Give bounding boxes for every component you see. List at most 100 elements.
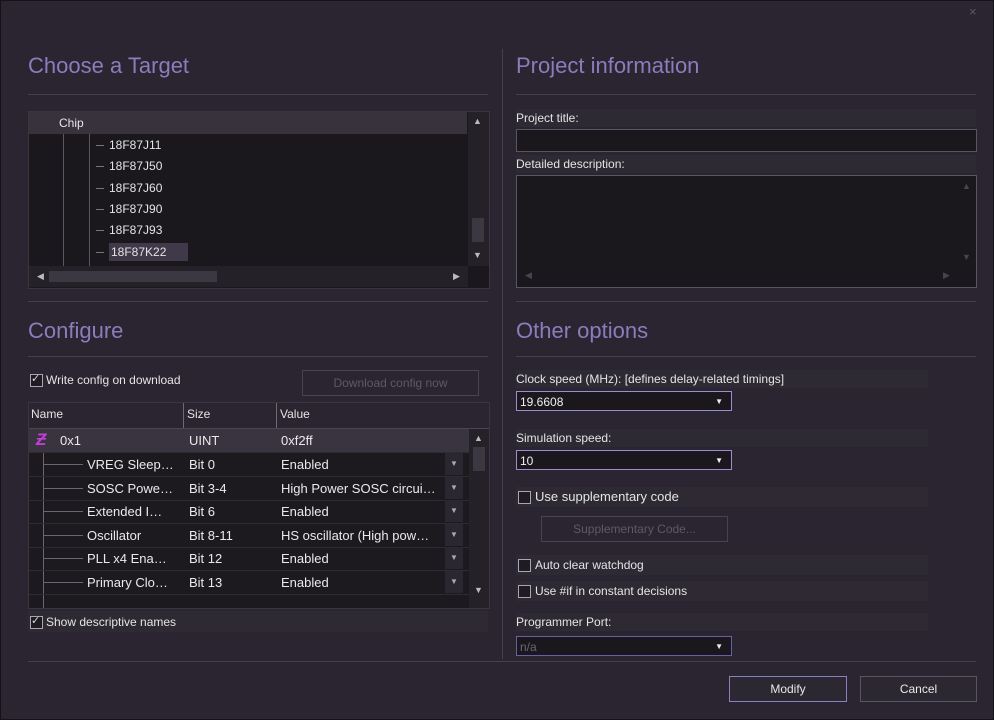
grid-header: Name Size Value (29, 403, 489, 429)
supplementary-code-button[interactable]: Supplementary Code... (541, 516, 728, 542)
auto-clear-checkbox[interactable] (518, 559, 531, 572)
sim-speed-select[interactable]: 10 ▼ (516, 450, 732, 470)
cell-value[interactable]: Enabled (281, 457, 329, 472)
use-if-checkbox[interactable] (518, 585, 531, 598)
project-info-title: Project information (516, 53, 700, 78)
use-if-label: Use #if in constant decisions (535, 584, 688, 598)
column-header-name[interactable]: Name (31, 407, 63, 421)
cell-name: 0x1 (60, 433, 81, 448)
tree-item[interactable]: 18F87J90 (96, 199, 162, 220)
cell-value[interactable]: Enabled (281, 575, 329, 590)
divider (28, 301, 488, 302)
cell-value[interactable]: HS oscillator (High pow… (281, 528, 429, 543)
dialog-window: × Choose a Target Chip 18F87J11 18F87J50… (0, 0, 994, 720)
table-row-parent[interactable]: Ƶ 0x1 UINT 0xf2ff (29, 429, 469, 453)
tree-guide-line (63, 134, 64, 266)
project-title-input[interactable] (516, 129, 977, 152)
show-names-checkbox[interactable] (30, 614, 43, 629)
tree-guide-line (89, 134, 90, 266)
scroll-down-icon[interactable]: ▼ (473, 250, 482, 260)
column-header-value[interactable]: Value (280, 407, 310, 421)
tree-item[interactable]: 18F87J50 (96, 156, 162, 177)
show-names-label: Show descriptive names (46, 615, 177, 629)
other-options-title: Other options (516, 318, 649, 343)
chip-tree[interactable]: Chip 18F87J11 18F87J50 18F87J60 18F87J90… (28, 111, 490, 289)
table-row[interactable]: VREG Sleep… Bit 0 Enabled ▼ (29, 453, 469, 477)
cell-name: Extended I… (87, 504, 163, 519)
table-row[interactable]: SOSC Powe… Bit 3-4 High Power SOSC circu… (29, 477, 469, 501)
chevron-down-icon: ▼ (715, 397, 723, 406)
description-label: Detailed description: (516, 155, 976, 173)
divider (516, 356, 976, 357)
column-separator (276, 403, 277, 428)
grid-vscrollbar[interactable]: ▲ ▼ (469, 429, 489, 608)
scroll-left-icon[interactable]: ◀ (37, 271, 44, 282)
configure-title: Configure (28, 318, 124, 343)
tree-item-selected[interactable]: 18F87K22 (96, 242, 189, 263)
tree-hscrollbar[interactable]: ◀ ▶ (29, 266, 468, 287)
divider (28, 94, 488, 95)
scroll-down-icon[interactable]: ▼ (474, 585, 483, 595)
scroll-up-icon[interactable]: ▲ (474, 433, 483, 443)
cell-value: 0xf2ff (281, 433, 313, 448)
cell-name: VREG Sleep… (87, 457, 174, 472)
auto-clear-label: Auto clear watchdog (535, 558, 644, 572)
config-grid[interactable]: Name Size Value Ƶ 0x1 UINT 0xf2ff VREG S… (28, 402, 490, 609)
cell-name: SOSC Powe… (87, 481, 173, 496)
chevron-down-icon: ▼ (715, 642, 723, 651)
tree-header: Chip (29, 112, 467, 134)
chevron-down-icon[interactable]: ▼ (445, 524, 463, 546)
cell-value[interactable]: Enabled (281, 504, 329, 519)
panel-divider (502, 49, 503, 659)
table-row[interactable]: PLL x4 Ena… Bit 12 Enabled ▼ (29, 547, 469, 571)
scroll-right-icon[interactable]: ▶ (453, 271, 460, 282)
download-config-button[interactable]: Download config now (302, 370, 479, 396)
cancel-button[interactable]: Cancel (860, 676, 977, 702)
cell-name: Primary Clo… (87, 575, 168, 590)
sim-speed-label: Simulation speed: (516, 429, 928, 447)
write-config-checkbox[interactable] (30, 372, 43, 387)
cell-value[interactable]: High Power SOSC circui… (281, 481, 436, 496)
supplementary-label: Use supplementary code (535, 489, 679, 504)
chevron-down-icon[interactable]: ▼ (445, 547, 463, 569)
tree-vscrollbar[interactable]: ▲ ▼ (468, 112, 489, 266)
cell-size: Bit 12 (189, 551, 223, 566)
supplementary-checkbox[interactable] (518, 491, 531, 504)
cell-size: Bit 3-4 (189, 481, 227, 496)
table-row[interactable]: Primary Clo… Bit 13 Enabled ▼ (29, 571, 469, 595)
footer-divider (28, 661, 976, 662)
programmer-port-select[interactable]: n/a ▼ (516, 636, 732, 656)
scroll-thumb[interactable] (473, 447, 485, 471)
scroll-thumb[interactable] (472, 218, 484, 242)
clock-speed-select[interactable]: 19.6608 ▼ (516, 391, 732, 411)
project-title-label: Project title: (516, 109, 976, 127)
chevron-down-icon[interactable]: ▼ (445, 477, 463, 499)
close-icon[interactable]: × (969, 4, 977, 19)
write-config-label: Write config on download (46, 373, 181, 387)
chevron-down-icon: ▼ (715, 456, 723, 465)
divider (516, 301, 976, 302)
tree-item[interactable]: 18F87J60 (96, 178, 162, 199)
tree-item[interactable]: 18F87J11 (96, 135, 161, 156)
table-row[interactable]: Oscillator Bit 8-11 HS oscillator (High … (29, 524, 469, 548)
scroll-thumb[interactable] (49, 271, 217, 282)
scroll-left-icon[interactable]: ◀ (525, 270, 532, 281)
chevron-down-icon[interactable]: ▼ (445, 500, 463, 522)
chevron-down-icon[interactable]: ▼ (445, 571, 463, 593)
scroll-up-icon[interactable]: ▲ (962, 181, 971, 191)
table-row[interactable]: Extended I… Bit 6 Enabled ▼ (29, 500, 469, 524)
z-register-icon: Ƶ (36, 430, 47, 449)
cell-size: Bit 8-11 (189, 528, 233, 543)
column-header-size[interactable]: Size (187, 407, 210, 421)
tree-item[interactable]: 18F87J93 (96, 220, 162, 241)
cell-name: Oscillator (87, 528, 142, 543)
cell-value[interactable]: Enabled (281, 551, 329, 566)
scroll-down-icon[interactable]: ▼ (962, 252, 971, 262)
chevron-down-icon[interactable]: ▼ (445, 453, 463, 475)
cell-size: Bit 0 (189, 457, 216, 472)
scroll-right-icon[interactable]: ▶ (943, 270, 950, 281)
modify-button[interactable]: Modify (729, 676, 847, 702)
cell-name: PLL x4 Ena… (87, 551, 167, 566)
description-input[interactable]: ▲ ▼ ◀ ▶ (516, 175, 977, 288)
scroll-up-icon[interactable]: ▲ (473, 116, 482, 126)
